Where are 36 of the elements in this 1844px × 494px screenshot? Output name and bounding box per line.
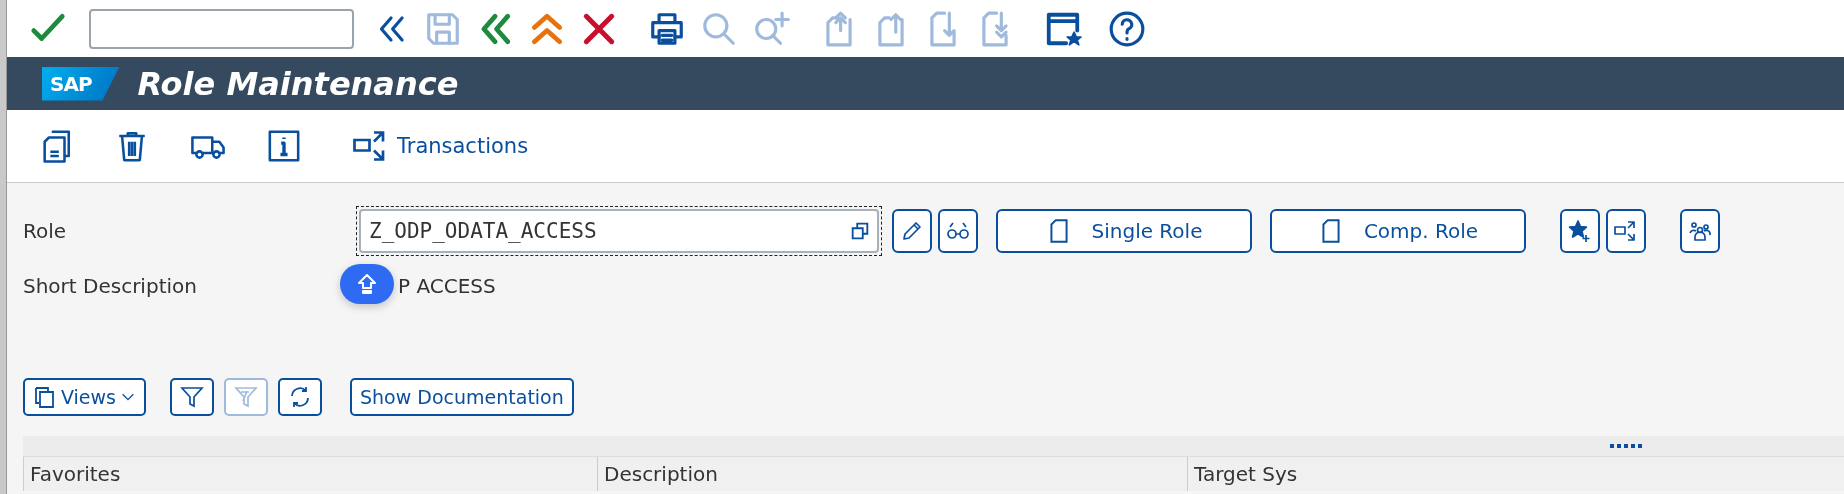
refresh-button[interactable] (278, 378, 322, 416)
glasses-button[interactable] (938, 209, 978, 253)
filter-icon (234, 385, 258, 409)
expand-icon (1614, 219, 1638, 243)
sap-logo: SAP (42, 66, 120, 101)
short-description-label: Short Description (23, 274, 198, 298)
help-icon[interactable] (1108, 9, 1146, 48)
scroll-up-button[interactable] (340, 264, 394, 304)
arrow-up-icon (355, 272, 379, 296)
column-header[interactable]: Favorites (23, 457, 597, 491)
expand-button[interactable] (1606, 209, 1646, 253)
column-header[interactable]: Target Sys (1187, 457, 1844, 491)
pencil-icon (900, 219, 924, 243)
show-documentation-button[interactable]: Show Documentation (350, 378, 574, 416)
short-description-value: P ACCESS (398, 274, 496, 298)
info-icon[interactable] (267, 129, 301, 163)
transactions-button[interactable]: Transactions (353, 128, 529, 164)
command-field[interactable] (89, 8, 354, 49)
copy-icon (33, 385, 57, 409)
role-field[interactable]: Z_ODP_ODATA_ACCESS (359, 209, 879, 253)
users-button[interactable] (1680, 209, 1720, 253)
views-button[interactable]: Views (23, 378, 146, 416)
composite-role-button[interactable]: Comp. Role (1270, 209, 1526, 253)
pencil-button[interactable] (892, 209, 932, 253)
users-icon (1688, 219, 1712, 243)
column-header[interactable]: Description (597, 457, 1187, 491)
window-title: Role Maintenance (137, 64, 459, 103)
single-role-button[interactable]: Single Role (996, 209, 1252, 253)
filter-button[interactable] (170, 378, 214, 416)
role-label: Role (23, 219, 68, 243)
value-help-icon[interactable] (849, 220, 871, 242)
star-plus-icon (1568, 219, 1592, 243)
filter-icon (180, 385, 204, 409)
resize-handle-icon[interactable] (1610, 444, 1644, 448)
add-favorite-button[interactable] (1560, 209, 1600, 253)
refresh-icon (288, 385, 312, 409)
